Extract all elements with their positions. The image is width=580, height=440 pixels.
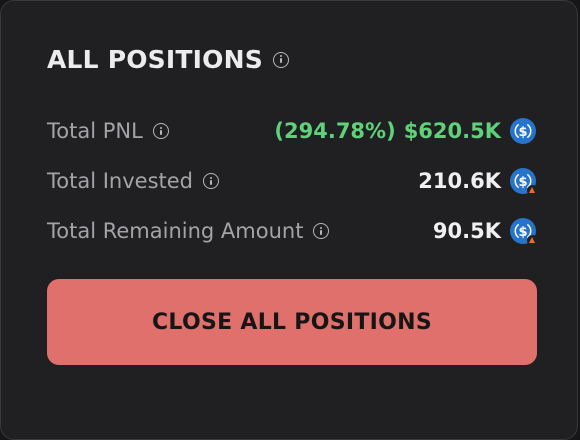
usdc-icon: $ <box>509 217 538 246</box>
total-invested-label: Total Invested <box>47 169 193 193</box>
total-remaining-row: Total Remaining Amount 90.5K $ <box>47 216 538 246</box>
total-pnl-value: $620.5K <box>403 119 501 143</box>
svg-text:$: $ <box>518 175 527 190</box>
chain-badge-icon <box>527 235 538 246</box>
usdc-icon: $ <box>509 117 537 145</box>
total-remaining-label: Total Remaining Amount <box>47 219 304 243</box>
total-remaining-value-group: 90.5K $ <box>432 217 538 246</box>
info-icon[interactable] <box>313 223 330 239</box>
total-pnl-value-group: (294.78%) $620.5K $ <box>274 117 537 145</box>
total-invested-row: Total Invested 210.6K $ <box>47 166 538 196</box>
total-pnl-row: Total PNL (294.78%) $620.5K $ <box>47 116 537 146</box>
total-remaining-value: 90.5K <box>432 219 501 243</box>
usdc-icon: $ <box>509 167 538 196</box>
total-remaining-label-group: Total Remaining Amount <box>47 219 330 243</box>
chain-badge-icon <box>527 185 538 196</box>
svg-text:$: $ <box>518 125 527 140</box>
total-pnl-label-group: Total PNL <box>47 119 169 143</box>
info-icon[interactable] <box>272 51 289 68</box>
total-pnl-label: Total PNL <box>47 119 143 143</box>
total-invested-label-group: Total Invested <box>47 169 219 193</box>
panel-title: ALL POSITIONS <box>47 45 263 74</box>
total-pnl-percent: (294.78%) <box>274 119 396 143</box>
panel-header: ALL POSITIONS <box>47 45 289 74</box>
info-icon[interactable] <box>152 123 169 139</box>
all-positions-panel: ALL POSITIONS Total PNL (294.78%) $620.5… <box>0 0 578 440</box>
svg-text:$: $ <box>518 225 527 240</box>
total-invested-value: 210.6K <box>418 169 501 193</box>
close-all-positions-button[interactable]: CLOSE ALL POSITIONS <box>47 279 537 365</box>
total-invested-value-group: 210.6K $ <box>418 167 538 196</box>
info-icon[interactable] <box>203 173 219 189</box>
